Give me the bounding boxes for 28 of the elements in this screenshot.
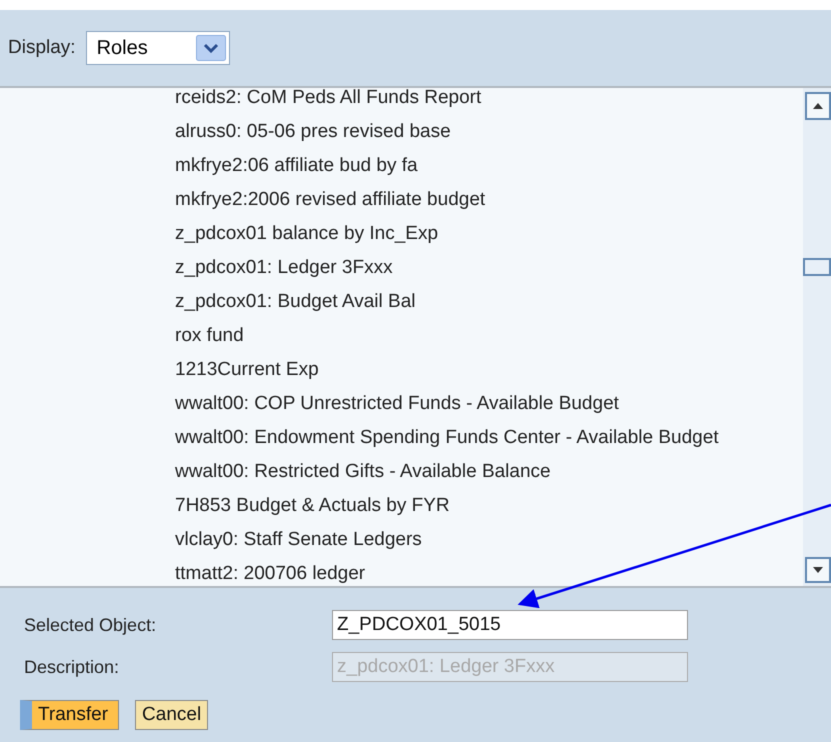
list-item[interactable]: z_pdcox01 balance by Inc_Exp [175, 217, 803, 251]
display-label: Display: [8, 37, 76, 59]
input-field[interactable]: Z_PDCOX01_5015 [332, 610, 688, 640]
list-item[interactable]: rceids2: CoM Peds All Funds Report [175, 88, 803, 115]
secondary-button[interactable]: Cancel [135, 700, 208, 730]
list-item[interactable]: alruss0: 05-06 pres revised base [175, 115, 803, 149]
field-label: Description: [23, 656, 120, 678]
list-item[interactable]: 1213Current Exp [175, 353, 803, 387]
list-item[interactable]: rox fund [175, 319, 803, 353]
scrollbar[interactable] [803, 88, 831, 586]
dropdown-value: Roles [96, 36, 148, 60]
list-item[interactable]: wwalt00: COP Unrestricted Funds - Available Budget [175, 387, 803, 421]
list-item[interactable]: mkfrye2:06 affiliate bud by fa [175, 149, 803, 183]
list-item[interactable]: z_pdcox01: Budget Avail Bal [175, 285, 803, 319]
dropdown-chevron-icon[interactable] [196, 35, 226, 61]
field-label: Selected Object: [23, 614, 158, 636]
list-item[interactable]: mkfrye2:2006 revised affiliate budget [175, 183, 803, 217]
list-item[interactable]: wwalt00: Restricted Gifts - Available Balance [175, 455, 803, 489]
scroll-thumb[interactable] [803, 258, 831, 276]
list-item[interactable]: z_pdcox01: Ledger 3Fxxx [175, 251, 803, 285]
list-item[interactable]: ttmatt2: 200706 ledger [175, 557, 803, 586]
scroll-up-icon[interactable] [805, 92, 831, 120]
scroll-down-icon[interactable] [805, 557, 831, 583]
list-item[interactable]: 7H853 Budget & Actuals by FYR [175, 489, 803, 523]
primary-button[interactable]: Transfer [20, 700, 120, 730]
list-item[interactable]: vlclay0: Staff Senate Ledgers [175, 523, 803, 557]
list-item[interactable]: wwalt00: Endowment Spending Funds Center - Available Budget [175, 421, 803, 455]
display-dropdown[interactable]: Roles [86, 31, 230, 65]
